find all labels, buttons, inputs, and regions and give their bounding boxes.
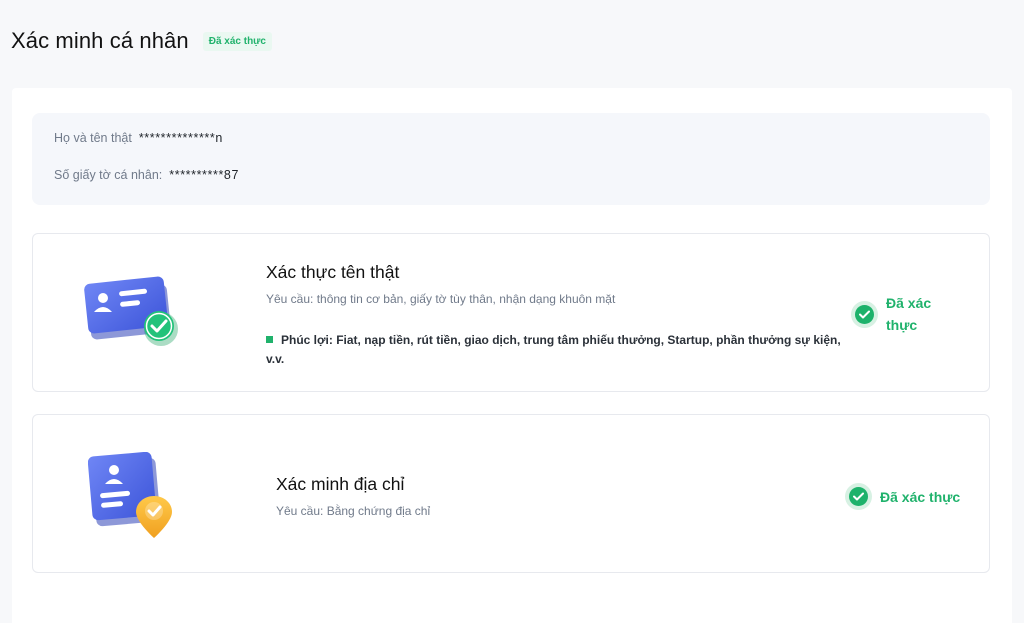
identity-verification-card[interactable]: Xác thực tên thật Yêu cầu: thông tin cơ … [32,233,990,392]
check-circle-icon [851,300,878,328]
check-circle-icon [845,483,872,510]
page-header: Xác minh cá nhân Đã xác thực [11,28,272,54]
status-label: Đã xác thực [880,488,961,505]
personal-info-box: Họ và tên thật **************n Số giấy t… [32,113,990,205]
status-verified: Đã xác thực [851,292,951,336]
address-card-pin-icon [87,451,188,544]
full-name-row: Họ và tên thật **************n [54,131,223,145]
card-title: Xác thực tên thật [266,262,400,282]
benefits-label: Phúc lợi: Fiat, nạp tiền, rút tiền, giao… [266,333,841,366]
full-name-label: Họ và tên thật [54,131,132,145]
verification-panel: Họ và tên thật **************n Số giấy t… [12,88,1012,623]
id-number-value: **********87 [169,168,240,182]
page-title: Xác minh cá nhân [11,28,189,53]
bullet-icon [266,336,273,343]
verified-badge: Đã xác thực [202,31,272,51]
status-label: Đã xác thực [886,295,932,333]
id-number-row: Số giấy tờ cá nhân: **********87 [54,168,239,182]
status-verified: Đã xác thực [845,483,960,510]
benefits-text: Phúc lợi: Fiat, nạp tiền, rút tiền, giao… [266,331,846,369]
full-name-value: **************n [138,131,223,145]
id-card-check-icon [83,274,183,354]
address-verification-card[interactable]: Xác minh địa chỉ Yêu cầu: Bằng chứng địa… [32,414,990,573]
card-requirement: Yêu cầu: thông tin cơ bản, giấy tờ tùy t… [266,292,616,306]
card-requirement: Yêu cầu: Bằng chứng địa chỉ [276,504,431,518]
card-title: Xác minh địa chỉ [276,474,405,494]
id-number-label: Số giấy tờ cá nhân: [54,168,163,182]
